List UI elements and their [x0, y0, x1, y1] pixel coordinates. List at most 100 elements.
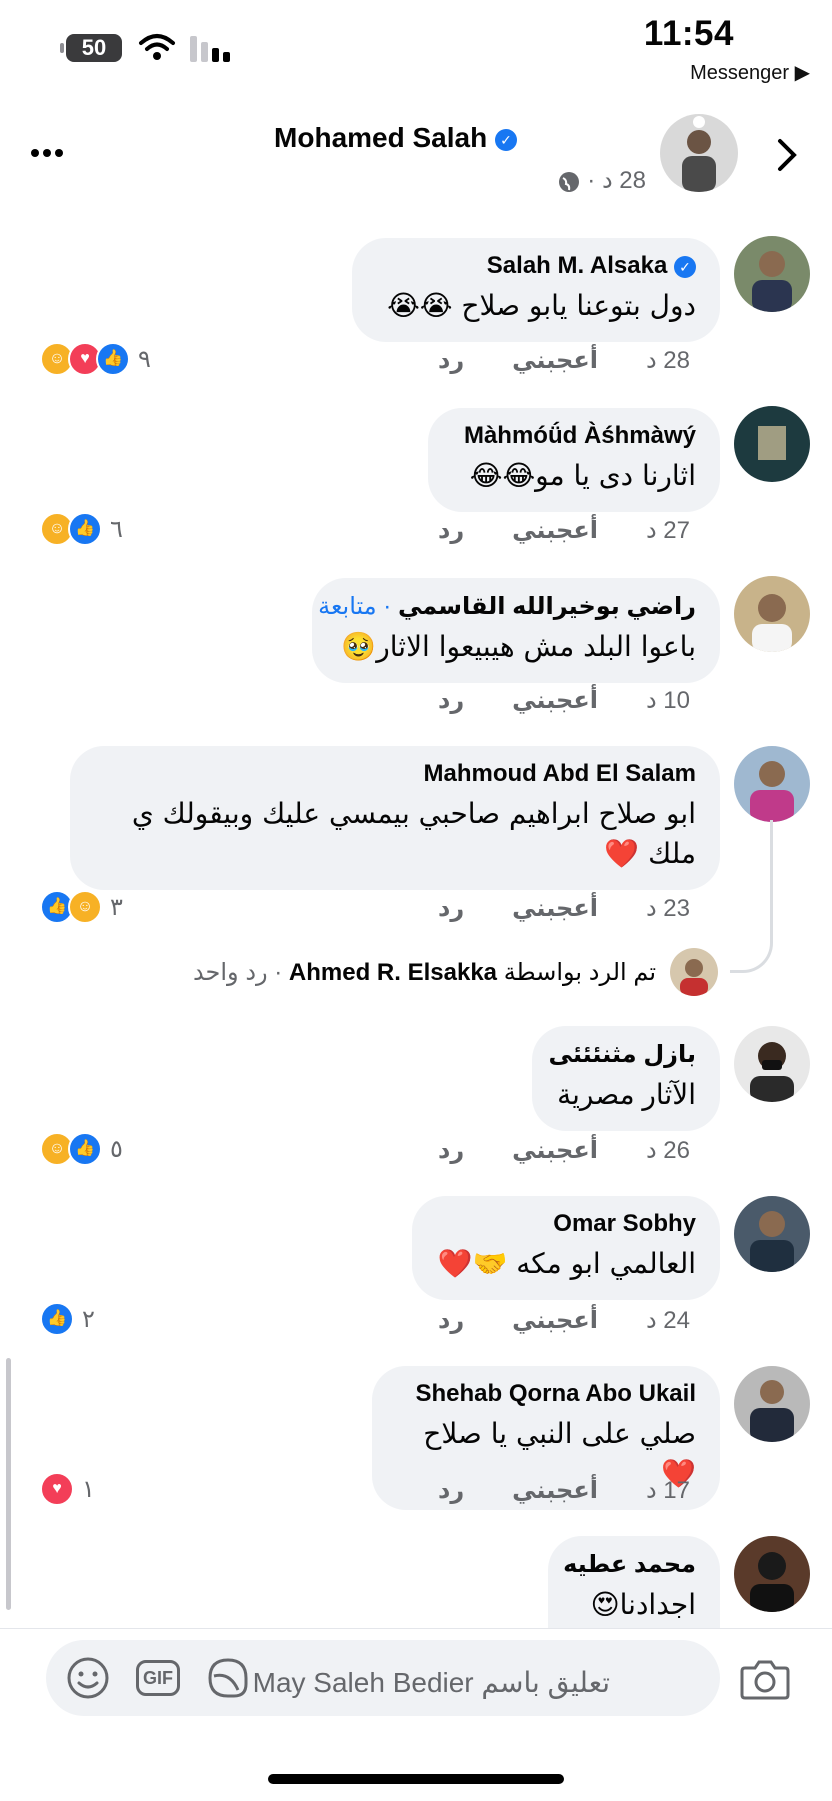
- verified-badge-icon: ✓: [674, 255, 696, 278]
- comment-avatar[interactable]: [734, 1536, 810, 1612]
- comment-author-name[interactable]: Shehab Qorna Abo Ukail: [396, 1380, 697, 1408]
- comment-avatar[interactable]: [734, 576, 810, 652]
- battery-indicator: 50: [66, 34, 122, 62]
- comment-input-placeholder[interactable]: تعليق باسم May Saleh Bedier: [253, 1666, 610, 1699]
- comment-author-name[interactable]: راضي بوخيرالله القاسمي: [398, 593, 696, 620]
- comment-author[interactable]: ✓ Salah M. Alsaka: [376, 252, 696, 280]
- comment-author-name[interactable]: Mahmoud Abd El Salam: [94, 760, 696, 788]
- like-button[interactable]: أعجبني: [512, 1306, 598, 1335]
- comment-avatar[interactable]: [734, 1366, 810, 1442]
- comment-author-name[interactable]: Màhmóǘd Àśhmàwý: [452, 422, 696, 450]
- reply-thread-line: [730, 820, 773, 973]
- comment-actions: 27 د أعجبني رد: [438, 516, 690, 545]
- love-reaction-icon: ♥: [40, 1472, 74, 1506]
- comment-bubble: Mahmoud Abd El Salam ابو صلاح ابراهيم صا…: [70, 746, 720, 890]
- comment-text: باعوا البلد مش هيبيعوا الاثار🥹: [341, 630, 696, 663]
- comment-age: 23 د: [645, 895, 690, 922]
- comment-author[interactable]: راضي بوخيرالله القاسمي · متابعة: [318, 592, 696, 621]
- like-button[interactable]: أعجبني: [512, 1136, 598, 1165]
- comment-age: 27 د: [645, 517, 690, 544]
- comment-age: 28 د: [645, 347, 690, 374]
- gif-icon[interactable]: GIF: [136, 1660, 180, 1696]
- comment-actions: 23 د أعجبني رد: [438, 894, 690, 923]
- reply-button[interactable]: رد: [438, 1136, 464, 1165]
- reaction-summary[interactable]: ٣ ☺ 👍: [40, 890, 123, 924]
- emoji-icon[interactable]: [66, 1656, 110, 1700]
- like-button[interactable]: أعجبني: [512, 1476, 598, 1505]
- comment-avatar[interactable]: [734, 236, 810, 312]
- post-author[interactable]: Mohamed Salah ✓: [274, 122, 517, 154]
- comment-actions: 28 د أعجبني رد: [438, 346, 690, 375]
- battery-nub: [60, 43, 64, 53]
- reaction-summary[interactable]: ١ ♥: [40, 1472, 95, 1506]
- comment-avatar[interactable]: [734, 406, 810, 482]
- reaction-count: ١: [82, 1475, 95, 1503]
- reaction-count: ٣: [110, 893, 123, 921]
- reaction-summary[interactable]: ٥ 👍 ☺: [40, 1132, 123, 1166]
- wifi-icon: [139, 34, 175, 60]
- reply-button[interactable]: رد: [438, 686, 464, 715]
- sticker-icon[interactable]: [204, 1654, 252, 1702]
- like-reaction-icon: 👍: [40, 1302, 74, 1336]
- home-indicator: [268, 1774, 564, 1784]
- reply-button[interactable]: رد: [438, 894, 464, 923]
- comment-avatar[interactable]: [734, 1196, 810, 1272]
- reaction-count: ٥: [110, 1135, 123, 1163]
- reply-button[interactable]: رد: [438, 346, 464, 375]
- post-time: 28 د ·: [557, 166, 646, 195]
- reaction-summary[interactable]: ٩ 👍 ♥ ☺: [40, 342, 151, 376]
- like-button[interactable]: أعجبني: [512, 686, 598, 715]
- comment-age: 10 د: [645, 687, 690, 714]
- comment-text: ابو صلاح ابراهيم صاحبي بيمسي عليك وبيقول…: [131, 797, 696, 870]
- comment-text: اثارنا دى يا مو😂😂: [469, 459, 696, 492]
- like-button[interactable]: أعجبني: [512, 346, 598, 375]
- reaction-summary[interactable]: ٦ 👍 ☺: [40, 512, 123, 546]
- status-time: 11:54: [643, 14, 734, 53]
- more-icon[interactable]: [30, 148, 64, 158]
- back-to-app-link[interactable]: Messenger ▶: [690, 60, 810, 85]
- comment-bubble: ✓ Salah M. Alsaka دول بتوعنا يابو صلاح 😭…: [352, 238, 720, 342]
- comment-bubble: راضي بوخيرالله القاسمي · متابعة باعوا ال…: [312, 578, 720, 683]
- like-reaction-icon: 👍: [96, 342, 130, 376]
- comment-author-name[interactable]: Omar Sobhy: [436, 1210, 696, 1238]
- scroll-indicator[interactable]: [6, 1358, 11, 1610]
- comment-actions: 24 د أعجبني رد: [438, 1306, 690, 1335]
- comment-actions: 17 د أعجبني رد: [438, 1476, 690, 1505]
- reply-button[interactable]: رد: [438, 516, 464, 545]
- comment-bubble: بازل مثنئئئى الآثار مصرية: [532, 1026, 720, 1131]
- post-author-name[interactable]: Mohamed Salah: [274, 122, 487, 153]
- comment-avatar[interactable]: [734, 746, 810, 822]
- view-replies-link[interactable]: تم الرد بواسطة Ahmed R. Elsakka · رد واح…: [193, 958, 656, 987]
- comment-text: دول بتوعنا يابو صلاح 😭😭: [387, 289, 696, 322]
- comment-bubble: محمد عطيه اجدادنا😍: [548, 1536, 720, 1630]
- haha-reaction-icon: ☺: [68, 890, 102, 924]
- comment-bubble: Màhmóǘd Àśhmàwý اثارنا دى يا مو😂😂: [428, 408, 720, 512]
- reply-avatar[interactable]: [670, 948, 718, 996]
- comment-text: اجدادنا😍: [590, 1588, 696, 1621]
- comment-author-name[interactable]: محمد عطيه: [563, 1550, 696, 1579]
- like-button[interactable]: أعجبني: [512, 516, 598, 545]
- reaction-count: ٢: [82, 1305, 95, 1333]
- comment-age: 26 د: [645, 1137, 690, 1164]
- reaction-summary[interactable]: ٢ 👍: [40, 1302, 95, 1336]
- reaction-count: ٦: [110, 515, 123, 543]
- comment-avatar[interactable]: [734, 1026, 810, 1102]
- comment-text: العالمي ابو مكه 🤝❤️: [437, 1247, 696, 1280]
- comment-age: 24 د: [645, 1307, 690, 1334]
- verified-badge-icon: ✓: [495, 128, 517, 151]
- chevron-right-icon[interactable]: [776, 138, 798, 172]
- like-reaction-icon: 👍: [68, 512, 102, 546]
- comment-bubble: Omar Sobhy العالمي ابو مكه 🤝❤️: [412, 1196, 720, 1300]
- comment-author-name[interactable]: Salah M. Alsaka: [487, 252, 668, 279]
- post-author-avatar[interactable]: [660, 114, 738, 192]
- reply-button[interactable]: رد: [438, 1476, 464, 1505]
- like-button[interactable]: أعجبني: [512, 894, 598, 923]
- reply-button[interactable]: رد: [438, 1306, 464, 1335]
- comment-author-name[interactable]: بازل مثنئئئى: [549, 1040, 696, 1069]
- comment-actions: 26 د أعجبني رد: [438, 1136, 690, 1165]
- comment-text: الآثار مصرية: [557, 1079, 696, 1110]
- camera-icon[interactable]: [740, 1658, 790, 1700]
- reaction-count: ٩: [138, 345, 151, 373]
- follow-link[interactable]: · متابعة: [318, 593, 391, 620]
- reply-author-name[interactable]: Ahmed R. Elsakka: [289, 959, 497, 986]
